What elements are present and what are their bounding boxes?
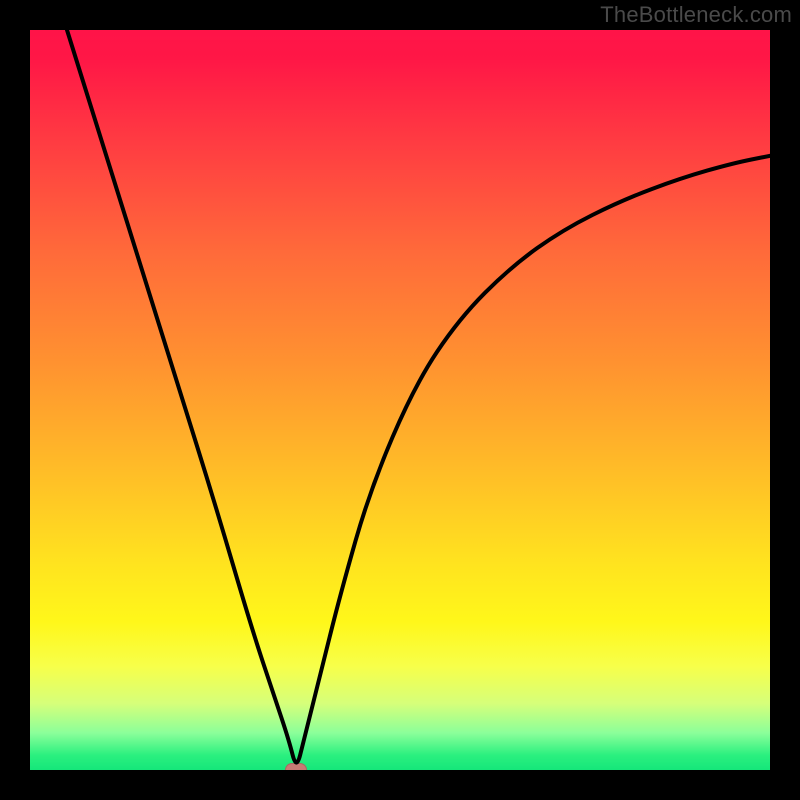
curve-path xyxy=(67,30,770,763)
chart-frame: TheBottleneck.com xyxy=(0,0,800,800)
watermark-text: TheBottleneck.com xyxy=(600,2,792,28)
plot-area xyxy=(30,30,770,770)
bottleneck-curve xyxy=(30,30,770,770)
